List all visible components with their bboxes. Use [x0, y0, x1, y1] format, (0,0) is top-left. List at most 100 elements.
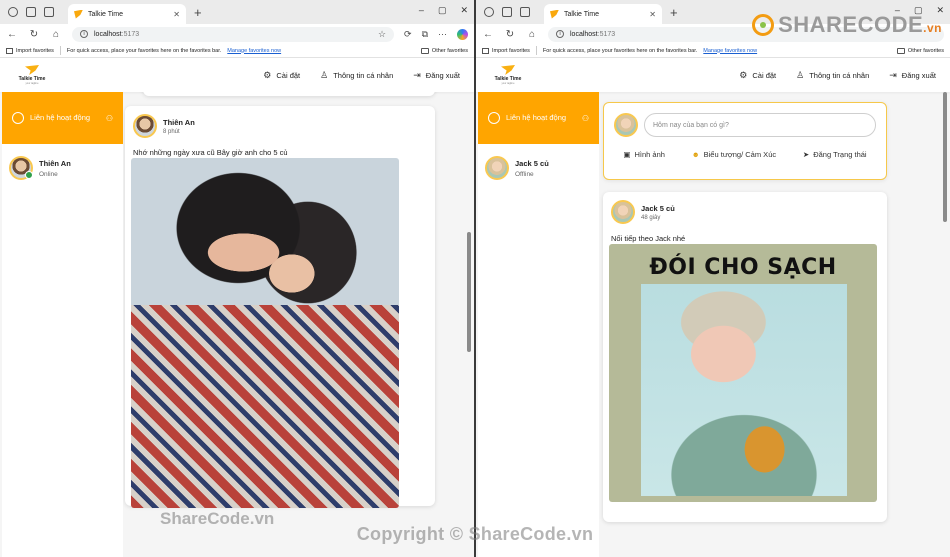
- image-icon: ▣: [623, 150, 631, 159]
- profile-icon[interactable]: [8, 7, 18, 17]
- nav-settings-label: Cài đặt: [276, 70, 301, 80]
- nav-logout[interactable]: ⇥ Đăng xuất: [413, 70, 460, 81]
- group-icon[interactable]: ⚇: [582, 114, 589, 123]
- add-emoji-button[interactable]: ☻ Biểu tượng/ Cảm Xúc: [692, 150, 776, 159]
- composer-row: Hôm nay của bạn có gì?: [604, 103, 886, 137]
- window-controls: – ▢ ✕: [419, 5, 468, 16]
- brand-name: SHARECODE: [778, 12, 924, 37]
- import-favorites-label: Import favorites: [492, 47, 530, 54]
- contact-item[interactable]: Thiên An Online: [2, 144, 123, 192]
- site-info-icon[interactable]: i: [80, 30, 88, 38]
- scrollbar-thumb[interactable]: [943, 92, 947, 222]
- minimize-button[interactable]: –: [419, 5, 424, 16]
- app-logo[interactable]: Talkie Time your tagline: [14, 65, 50, 85]
- home-icon[interactable]: ⌂: [50, 29, 62, 40]
- nav-profile[interactable]: ♙ Thông tin cá nhân: [320, 70, 393, 81]
- maximize-button[interactable]: ▢: [438, 5, 447, 16]
- post-photo[interactable]: [131, 158, 399, 508]
- contact-status: Online: [39, 170, 58, 178]
- nav-settings[interactable]: ⚙ Cài đặt: [739, 70, 776, 81]
- add-photo-button[interactable]: ▣ Hình ảnh: [623, 150, 665, 159]
- scrollbar-thumb[interactable]: [467, 232, 471, 352]
- nav-settings-label: Cài đặt: [752, 70, 777, 80]
- meme-caption: ĐÓI CHO SẠCH: [649, 255, 837, 280]
- refresh-icon[interactable]: ↻: [504, 29, 516, 40]
- feed-scrollbar[interactable]: [943, 92, 948, 547]
- url-field[interactable]: i localhost:5173 ☆: [72, 26, 395, 42]
- tab-title: Talkie Time: [88, 10, 124, 18]
- browser-tab[interactable]: Talkie Time ✕: [544, 4, 662, 24]
- emoji-icon: ☻: [691, 150, 700, 159]
- back-icon[interactable]: ←: [6, 29, 18, 40]
- nav-logout[interactable]: ⇥ Đăng xuất: [889, 70, 936, 81]
- group-icon[interactable]: ⚇: [106, 114, 113, 123]
- profile-icon[interactable]: [484, 7, 494, 17]
- post-photo[interactable]: ĐÓI CHO SẠCH: [609, 244, 877, 502]
- import-favorites-link[interactable]: Import favorites: [6, 47, 54, 54]
- manage-favorites-link[interactable]: Manage favorites now: [227, 48, 281, 54]
- url-text: localhost:5173: [570, 31, 615, 38]
- nav-profile[interactable]: ♙ Thông tin cá nhân: [796, 70, 869, 81]
- workspaces-icon[interactable]: [502, 7, 512, 17]
- post-status-label: Đăng Trạng thái: [813, 150, 867, 159]
- sidebar-header: Liên hệ hoạt động ⚇: [478, 92, 599, 144]
- favorites-hint: For quick access, place your favorites h…: [66, 47, 222, 54]
- refresh-icon[interactable]: ↻: [28, 29, 40, 40]
- sync-icon[interactable]: ⟳: [404, 29, 412, 40]
- manage-favorites-link[interactable]: Manage favorites now: [703, 48, 757, 54]
- watermark-left: ShareCode.vn: [160, 509, 275, 528]
- other-favorites-button[interactable]: Other favorites: [420, 47, 468, 54]
- tab-actions-icon[interactable]: [44, 7, 54, 17]
- more-menu-icon[interactable]: ···: [438, 29, 447, 39]
- composer-actions: ▣ Hình ảnh ☻ Biểu tượng/ Cảm Xúc ➤ Đăng Trạ…: [604, 137, 886, 159]
- nav-settings[interactable]: ⚙ Cài đặt: [263, 70, 300, 81]
- post-author-avatar[interactable]: [611, 200, 635, 224]
- workspaces-icon[interactable]: [26, 7, 36, 17]
- tab-close-button[interactable]: ✕: [173, 10, 180, 19]
- sharecode-brand: SHARECODE.vn: [752, 12, 942, 38]
- favorites-bar: Import favorites For quick access, place…: [476, 44, 950, 58]
- close-window-button[interactable]: ✕: [460, 5, 468, 16]
- post-header: Jack 5 củ 48 giây: [603, 192, 887, 224]
- copilot-icon[interactable]: [457, 28, 468, 40]
- user-icon: ♙: [320, 69, 329, 80]
- import-favorites-label: Import favorites: [16, 47, 54, 54]
- post-status-button[interactable]: ➤ Đăng Trạng thái: [803, 150, 867, 159]
- new-tab-button[interactable]: +: [670, 5, 678, 20]
- logo-subtext: your tagline: [25, 82, 39, 85]
- contact-name: Jack 5 củ: [515, 158, 549, 168]
- tab-close-button[interactable]: ✕: [649, 10, 656, 19]
- post-author[interactable]: Jack 5 củ: [641, 204, 675, 213]
- other-favorites-button[interactable]: Other favorites: [896, 47, 944, 54]
- back-icon[interactable]: ←: [482, 29, 494, 40]
- nav-profile-label: Thông tin cá nhân: [333, 70, 394, 80]
- favorites-bar: Import favorites For quick access, place…: [0, 44, 474, 58]
- app-logo[interactable]: Talkie Time your tagline: [490, 65, 526, 85]
- brand-domain: .vn: [923, 21, 942, 35]
- add-emoji-label: Biểu tượng/ Cảm Xúc: [703, 150, 777, 159]
- post-author[interactable]: Thiên An: [163, 118, 195, 127]
- favorite-star-icon[interactable]: ☆: [378, 29, 386, 40]
- app-page: Talkie Time your tagline ⚙ Cài đặt ♙ Thông…: [476, 58, 950, 557]
- collections-icon[interactable]: ⧉: [422, 29, 428, 40]
- header-nav: ⚙ Cài đặt ♙ Thông tin cá nhân ⇥ Đăng xuất: [739, 70, 936, 81]
- browser-tab[interactable]: Talkie Time ✕: [68, 4, 186, 24]
- tab-favicon-icon: [550, 9, 559, 19]
- logout-icon: ⇥: [413, 69, 421, 80]
- new-tab-button[interactable]: +: [194, 5, 202, 20]
- home-icon[interactable]: ⌂: [526, 29, 538, 40]
- contact-item[interactable]: Jack 5 củ Offline: [478, 144, 599, 192]
- contacts-sidebar: Liên hệ hoạt động ⚇ Jack 5 củ Offline: [478, 92, 599, 557]
- url-host: localhost: [94, 30, 122, 38]
- status-input[interactable]: Hôm nay của bạn có gì?: [644, 113, 876, 137]
- logo-mark-icon: [501, 65, 515, 75]
- sharecode-logo-icon: [752, 14, 775, 36]
- tab-actions-icon[interactable]: [520, 7, 530, 17]
- sidebar-title: Liên hệ hoạt động: [30, 113, 91, 122]
- feed-scrollbar[interactable]: [467, 92, 472, 547]
- post-author-avatar[interactable]: [133, 114, 157, 138]
- import-favorites-link[interactable]: Import favorites: [482, 47, 530, 54]
- site-info-icon[interactable]: i: [556, 30, 564, 38]
- url-text: localhost:5173: [94, 31, 139, 38]
- logo-subtext: your tagline: [501, 82, 515, 85]
